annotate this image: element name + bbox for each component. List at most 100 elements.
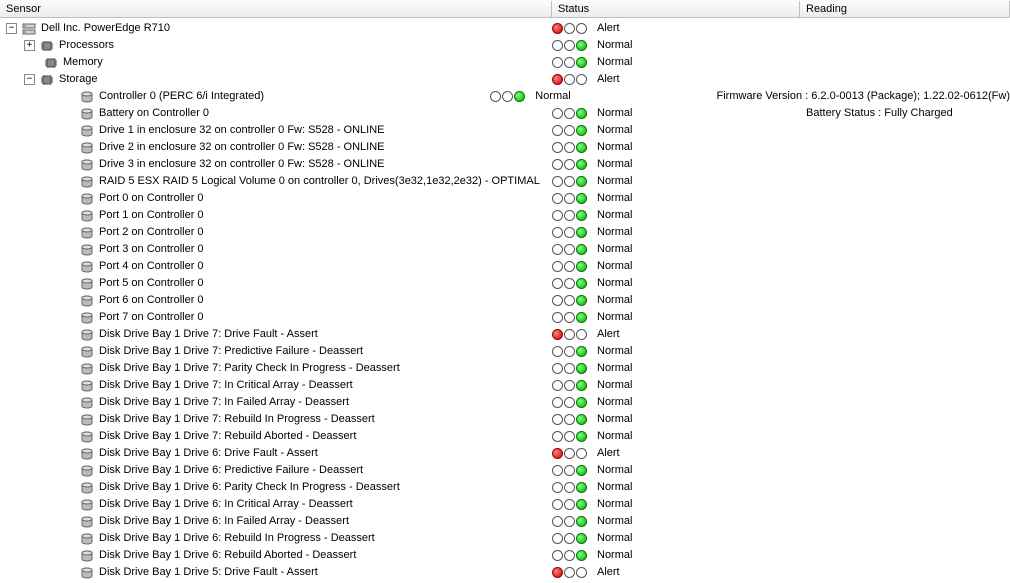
- sensor-label: Disk Drive Bay 1 Drive 7: Drive Fault - …: [99, 326, 318, 343]
- status-indicator: [552, 329, 587, 340]
- tree-row[interactable]: RAID 5 ESX RAID 5 Logical Volume 0 on co…: [0, 173, 1010, 190]
- cell-sensor: Port 4 on Controller 0: [0, 258, 552, 275]
- tree-row[interactable]: Disk Drive Bay 1 Drive 6: Predictive Fai…: [0, 462, 1010, 479]
- tree-row[interactable]: Disk Drive Bay 1 Drive 7: Predictive Fai…: [0, 343, 1010, 360]
- sensor-label: Disk Drive Bay 1 Drive 7: Rebuild Aborte…: [99, 428, 356, 445]
- sensor-label: Disk Drive Bay 1 Drive 6: Parity Check I…: [99, 479, 400, 496]
- tree-row[interactable]: −Dell Inc. PowerEdge R710Alert: [0, 20, 1010, 37]
- tree-row[interactable]: Drive 2 in enclosure 32 on controller 0 …: [0, 139, 1010, 156]
- tree-row[interactable]: Port 4 on Controller 0Normal: [0, 258, 1010, 275]
- tree-row[interactable]: Port 0 on Controller 0Normal: [0, 190, 1010, 207]
- tree-row[interactable]: Disk Drive Bay 1 Drive 7: In Failed Arra…: [0, 394, 1010, 411]
- tree-row[interactable]: Disk Drive Bay 1 Drive 6: Rebuild In Pro…: [0, 530, 1010, 547]
- status-dot-mid: [564, 329, 575, 340]
- tree-row[interactable]: Disk Drive Bay 1 Drive 6: In Failed Arra…: [0, 513, 1010, 530]
- status-text: Normal: [597, 513, 632, 530]
- tree-row[interactable]: Port 6 on Controller 0Normal: [0, 292, 1010, 309]
- cell-status: Normal: [552, 122, 800, 139]
- tree-row[interactable]: Disk Drive Bay 1 Drive 6: In Critical Ar…: [0, 496, 1010, 513]
- tree-row[interactable]: Disk Drive Bay 1 Drive 5: Drive Fault - …: [0, 564, 1010, 581]
- expander-spacer: [42, 295, 57, 306]
- status-dot-green: [576, 108, 587, 119]
- status-dot-red: [552, 278, 563, 289]
- status-indicator: [552, 227, 587, 238]
- status-indicator: [552, 142, 587, 153]
- status-dot-mid: [564, 550, 575, 561]
- expander-spacer: [42, 482, 57, 493]
- status-dot-green: [576, 40, 587, 51]
- cell-sensor: −Dell Inc. PowerEdge R710: [0, 20, 552, 37]
- disk-icon: [79, 515, 95, 529]
- column-header-sensor[interactable]: Sensor: [0, 1, 552, 17]
- tree-row[interactable]: Port 1 on Controller 0Normal: [0, 207, 1010, 224]
- status-text: Normal: [597, 428, 632, 445]
- tree-row[interactable]: Drive 1 in enclosure 32 on controller 0 …: [0, 122, 1010, 139]
- status-dot-green: [576, 176, 587, 187]
- tree-row[interactable]: Port 5 on Controller 0Normal: [0, 275, 1010, 292]
- column-header-reading[interactable]: Reading: [800, 1, 1010, 17]
- tree-row[interactable]: Memory Normal: [0, 54, 1010, 71]
- cell-sensor: Memory: [0, 54, 552, 71]
- tree-row[interactable]: Disk Drive Bay 1 Drive 7: Drive Fault - …: [0, 326, 1010, 343]
- cell-status: Alert: [552, 71, 800, 88]
- status-text: Normal: [597, 530, 632, 547]
- status-text: Normal: [597, 54, 632, 71]
- status-indicator: [552, 448, 587, 459]
- status-indicator: [552, 550, 587, 561]
- sensor-label: Port 7 on Controller 0: [99, 309, 204, 326]
- tree-row[interactable]: Disk Drive Bay 1 Drive 6: Rebuild Aborte…: [0, 547, 1010, 564]
- status-dot-mid: [564, 482, 575, 493]
- tree-row[interactable]: +ProcessorsNormal: [0, 37, 1010, 54]
- column-header-status[interactable]: Status: [552, 1, 800, 17]
- tree-row[interactable]: Disk Drive Bay 1 Drive 6: Drive Fault - …: [0, 445, 1010, 462]
- status-dot-mid: [564, 193, 575, 204]
- tree-row[interactable]: −StorageAlert: [0, 71, 1010, 88]
- expander-spacer: [42, 363, 57, 374]
- status-indicator: [552, 397, 587, 408]
- expander-spacer: [42, 346, 57, 357]
- expander-spacer: [42, 329, 57, 340]
- status-dot-green: [576, 159, 587, 170]
- tree-row[interactable]: Disk Drive Bay 1 Drive 7: Rebuild In Pro…: [0, 411, 1010, 428]
- sensor-label: Disk Drive Bay 1 Drive 5: Drive Fault - …: [99, 564, 318, 581]
- cell-sensor: Port 0 on Controller 0: [0, 190, 552, 207]
- cell-status: Normal: [552, 54, 800, 71]
- expand-icon[interactable]: +: [24, 40, 35, 51]
- cell-sensor: Drive 1 in enclosure 32 on controller 0 …: [0, 122, 552, 139]
- tree-row[interactable]: Battery on Controller 0NormalBattery Sta…: [0, 105, 1010, 122]
- tree-row[interactable]: Disk Drive Bay 1 Drive 7: Rebuild Aborte…: [0, 428, 1010, 445]
- cell-sensor: Port 7 on Controller 0: [0, 309, 552, 326]
- status-indicator: [552, 499, 587, 510]
- tree-row[interactable]: Port 7 on Controller 0Normal: [0, 309, 1010, 326]
- status-dot-green: [576, 397, 587, 408]
- tree-row[interactable]: Drive 3 in enclosure 32 on controller 0 …: [0, 156, 1010, 173]
- cell-sensor: Port 3 on Controller 0: [0, 241, 552, 258]
- status-indicator: [552, 363, 587, 374]
- tree-row[interactable]: Controller 0 (PERC 6/i Integrated)Normal…: [0, 88, 1010, 105]
- tree-row[interactable]: Port 2 on Controller 0Normal: [0, 224, 1010, 241]
- status-dot-mid: [564, 23, 575, 34]
- column-header-row: Sensor Status Reading: [0, 0, 1010, 18]
- sensor-label: Disk Drive Bay 1 Drive 7: In Failed Arra…: [99, 394, 349, 411]
- cell-status: Normal: [552, 224, 800, 241]
- status-text: Normal: [597, 343, 632, 360]
- tree-row[interactable]: Disk Drive Bay 1 Drive 7: In Critical Ar…: [0, 377, 1010, 394]
- status-dot-green: [576, 346, 587, 357]
- tree-row[interactable]: Disk Drive Bay 1 Drive 7: Parity Check I…: [0, 360, 1010, 377]
- disk-icon: [79, 345, 95, 359]
- disk-icon: [79, 447, 95, 461]
- status-dot-green: [576, 431, 587, 442]
- collapse-icon[interactable]: −: [24, 74, 35, 85]
- status-dot-green: [576, 193, 587, 204]
- status-dot-mid: [564, 363, 575, 374]
- cell-status: Normal: [552, 394, 800, 411]
- cell-status: Normal: [552, 258, 800, 275]
- cell-status: Normal: [552, 479, 800, 496]
- status-text: Normal: [597, 241, 632, 258]
- sensor-label: Disk Drive Bay 1 Drive 6: Predictive Fai…: [99, 462, 363, 479]
- collapse-icon[interactable]: −: [6, 23, 17, 34]
- tree-row[interactable]: Port 3 on Controller 0 Normal: [0, 241, 1010, 258]
- expander-spacer: [42, 108, 57, 119]
- tree-row[interactable]: Disk Drive Bay 1 Drive 6: Parity Check I…: [0, 479, 1010, 496]
- status-dot-mid: [564, 414, 575, 425]
